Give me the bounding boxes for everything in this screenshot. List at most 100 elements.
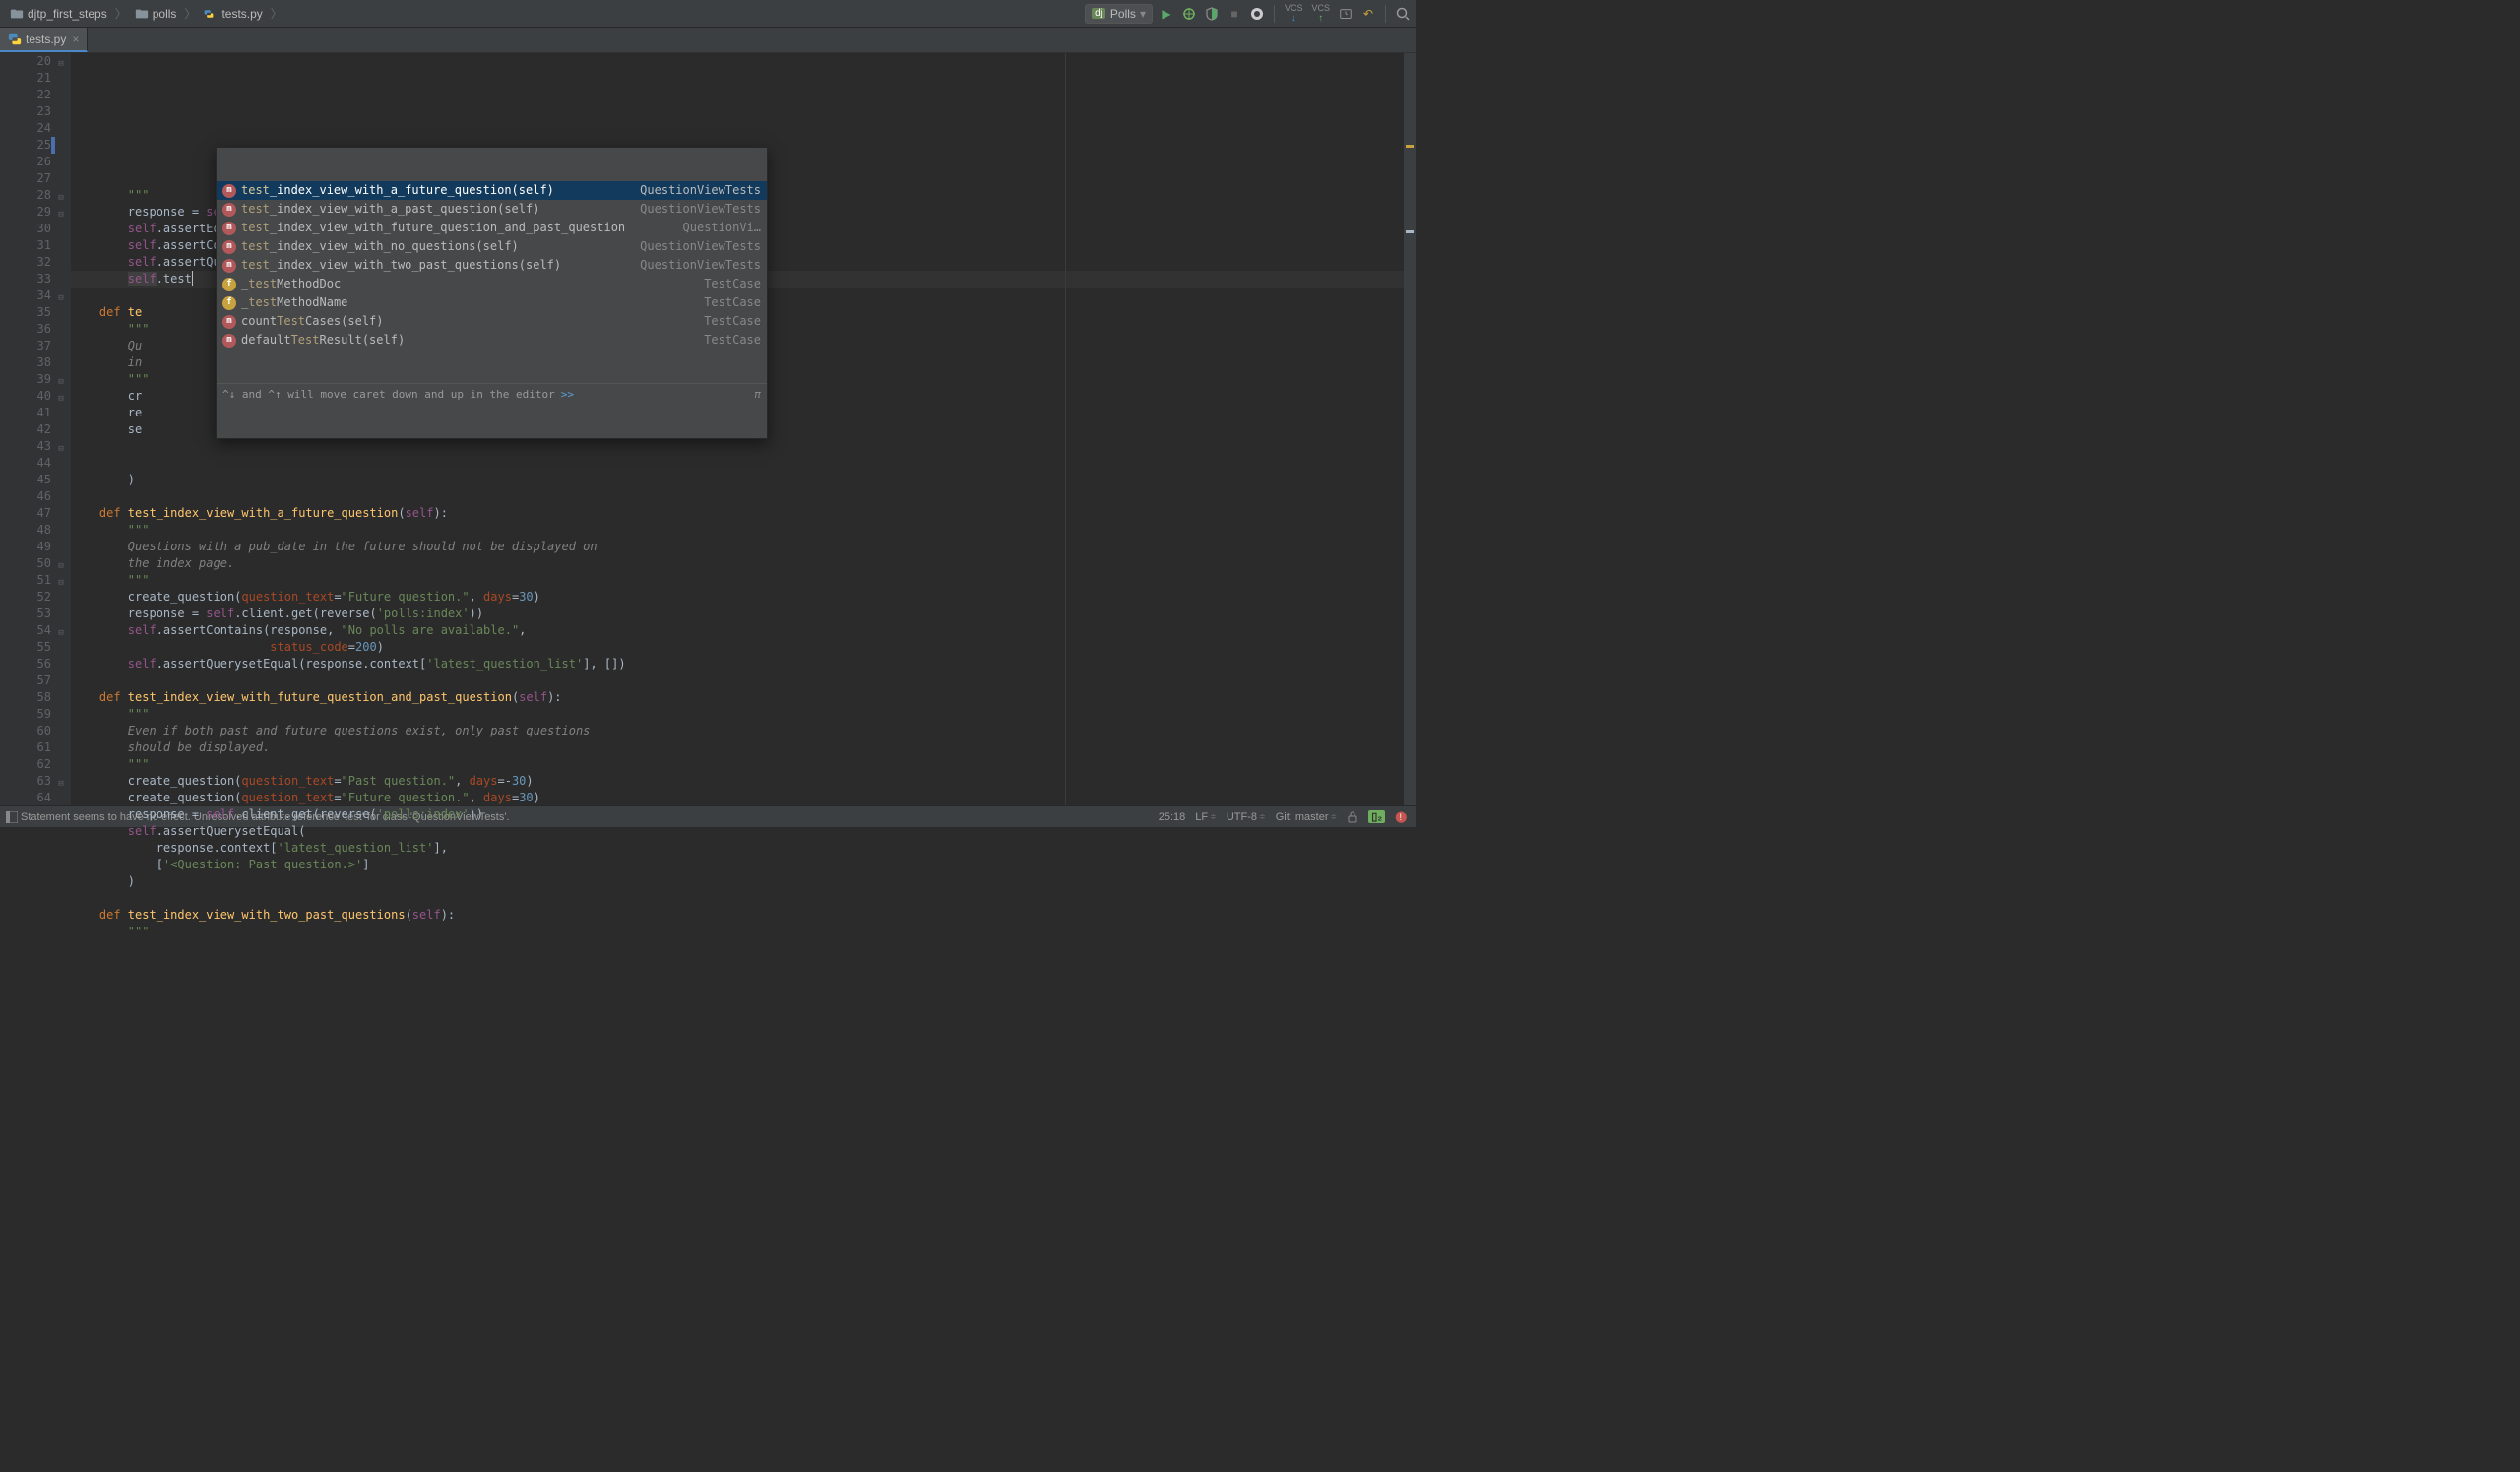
line-number[interactable]: 34 bbox=[0, 288, 51, 304]
code-line[interactable]: """ bbox=[71, 924, 1416, 940]
line-number[interactable]: 27 bbox=[0, 170, 51, 187]
line-number[interactable]: 46 bbox=[0, 488, 51, 505]
line-number[interactable]: 44 bbox=[0, 455, 51, 472]
code-line[interactable]: def test_index_view_with_two_past_questi… bbox=[71, 907, 1416, 924]
code-line[interactable]: response.context['latest_question_list']… bbox=[71, 840, 1416, 857]
completion-item[interactable]: mtest_index_view_with_future_question_an… bbox=[217, 219, 767, 237]
line-number[interactable]: 64 bbox=[0, 790, 51, 806]
code-line[interactable]: ['<Question: Past question.>'] bbox=[71, 857, 1416, 873]
line-number[interactable]: 51 bbox=[0, 572, 51, 589]
line-number[interactable]: 54 bbox=[0, 622, 51, 639]
line-number[interactable]: 42 bbox=[0, 421, 51, 438]
vcs-change-marker[interactable] bbox=[51, 137, 55, 154]
run-configuration-selector[interactable]: dj Polls ▾ bbox=[1085, 4, 1153, 24]
line-number[interactable]: 57 bbox=[0, 672, 51, 689]
completion-item[interactable]: mdefaultTestResult(self)TestCase bbox=[217, 331, 767, 350]
line-number[interactable]: 37 bbox=[0, 338, 51, 354]
code-line[interactable]: response = self.client.get(reverse('poll… bbox=[71, 606, 1416, 622]
code-line[interactable]: create_question(question_text="Future qu… bbox=[71, 790, 1416, 806]
line-number[interactable]: 20 bbox=[0, 53, 51, 70]
stop-button[interactable]: ■ bbox=[1226, 5, 1243, 23]
code-line[interactable] bbox=[71, 455, 1416, 472]
code-line[interactable]: create_question(question_text="Future qu… bbox=[71, 589, 1416, 606]
pi-icon[interactable]: π bbox=[754, 386, 761, 403]
line-number[interactable]: 26 bbox=[0, 154, 51, 170]
profiler-button[interactable] bbox=[1248, 5, 1266, 23]
line-number[interactable]: 31 bbox=[0, 237, 51, 254]
line-number[interactable]: 40 bbox=[0, 388, 51, 405]
code-line[interactable]: def test_index_view_with_a_future_questi… bbox=[71, 505, 1416, 522]
line-number[interactable]: 33 bbox=[0, 271, 51, 288]
fold-toggle-icon[interactable]: ⊟ bbox=[56, 207, 66, 217]
search-everywhere-button[interactable] bbox=[1394, 5, 1412, 23]
line-number[interactable]: 21 bbox=[0, 70, 51, 87]
completion-more-link[interactable]: >> bbox=[561, 386, 574, 403]
run-button[interactable]: ▶ bbox=[1158, 5, 1175, 23]
line-number[interactable]: 49 bbox=[0, 539, 51, 555]
line-number[interactable]: 45 bbox=[0, 472, 51, 488]
line-number[interactable]: 62 bbox=[0, 756, 51, 773]
fold-toggle-icon[interactable]: ⊟ bbox=[56, 625, 66, 635]
completion-item[interactable]: mcountTestCases(self)TestCase bbox=[217, 312, 767, 331]
line-number[interactable]: 58 bbox=[0, 689, 51, 706]
code-line[interactable]: self.assertQuerysetEqual(response.contex… bbox=[71, 656, 1416, 672]
code-line[interactable]: """ bbox=[71, 572, 1416, 589]
close-icon[interactable]: × bbox=[72, 32, 79, 46]
line-number[interactable]: 24 bbox=[0, 120, 51, 137]
code-line[interactable]: ) bbox=[71, 472, 1416, 488]
fold-toggle-icon[interactable]: ⊟ bbox=[56, 290, 66, 300]
line-number[interactable]: 52 bbox=[0, 589, 51, 606]
warning-marker[interactable] bbox=[1406, 145, 1414, 148]
completion-item[interactable]: mtest_index_view_with_two_past_questions… bbox=[217, 256, 767, 275]
fold-column[interactable]: ⊟⊟⊟⊟⊟⊟⊟⊟⊟⊟⊟ bbox=[56, 53, 68, 805]
vcs-commit-button[interactable]: VCS ↑ bbox=[1311, 4, 1330, 24]
code-line[interactable]: """ bbox=[71, 706, 1416, 723]
line-number[interactable]: 47 bbox=[0, 505, 51, 522]
fold-toggle-icon[interactable]: ⊟ bbox=[56, 190, 66, 200]
line-number[interactable]: 43 bbox=[0, 438, 51, 455]
line-number[interactable]: 22 bbox=[0, 87, 51, 103]
fold-toggle-icon[interactable]: ⊟ bbox=[56, 776, 66, 786]
completion-item[interactable]: mtest_index_view_with_a_past_question(se… bbox=[217, 200, 767, 219]
code-line[interactable] bbox=[71, 890, 1416, 907]
code-line[interactable]: create_question(question_text="Past ques… bbox=[71, 773, 1416, 790]
gutter[interactable]: 2021222324252627282930313233343536373839… bbox=[0, 53, 71, 805]
breadcrumb-folder[interactable]: polls bbox=[129, 0, 183, 27]
code-line[interactable] bbox=[71, 488, 1416, 505]
inspections-indicator[interactable] bbox=[1404, 61, 1416, 73]
scrollbar[interactable] bbox=[1404, 53, 1416, 805]
code-line[interactable] bbox=[71, 438, 1416, 455]
line-number[interactable]: 56 bbox=[0, 656, 51, 672]
code-line[interactable]: ) bbox=[71, 873, 1416, 890]
run-with-coverage-button[interactable] bbox=[1203, 5, 1221, 23]
code-line[interactable]: Even if both past and future questions e… bbox=[71, 723, 1416, 739]
code-line[interactable]: Questions with a pub_date in the future … bbox=[71, 539, 1416, 555]
line-number[interactable]: 30 bbox=[0, 221, 51, 237]
line-number[interactable]: 38 bbox=[0, 354, 51, 371]
fold-toggle-icon[interactable]: ⊟ bbox=[56, 558, 66, 568]
fold-toggle-icon[interactable]: ⊟ bbox=[56, 56, 66, 66]
line-number[interactable]: 61 bbox=[0, 739, 51, 756]
code-line[interactable]: """ bbox=[71, 756, 1416, 773]
debug-button[interactable] bbox=[1180, 5, 1198, 23]
line-number[interactable]: 55 bbox=[0, 639, 51, 656]
line-number[interactable]: 32 bbox=[0, 254, 51, 271]
line-number[interactable]: 60 bbox=[0, 723, 51, 739]
history-button[interactable] bbox=[1337, 5, 1354, 23]
completion-item[interactable]: mtest_index_view_with_a_future_question(… bbox=[217, 181, 767, 200]
fold-toggle-icon[interactable]: ⊟ bbox=[56, 575, 66, 585]
line-number[interactable]: 23 bbox=[0, 103, 51, 120]
completion-item[interactable]: f_testMethodNameTestCase bbox=[217, 293, 767, 312]
breadcrumb-file[interactable]: tests.py bbox=[198, 0, 268, 27]
completion-item[interactable]: f_testMethodDocTestCase bbox=[217, 275, 767, 293]
code-area[interactable]: """ response = self.client.get(reverse('… bbox=[71, 53, 1416, 805]
code-line[interactable]: status_code=200) bbox=[71, 639, 1416, 656]
line-number[interactable]: 39 bbox=[0, 371, 51, 388]
code-line[interactable]: self.assertQuerysetEqual( bbox=[71, 823, 1416, 840]
fold-toggle-icon[interactable]: ⊟ bbox=[56, 441, 66, 451]
code-line[interactable] bbox=[71, 672, 1416, 689]
vcs-update-button[interactable]: VCS ↓ bbox=[1285, 4, 1303, 24]
line-number[interactable]: 29 bbox=[0, 204, 51, 221]
line-number[interactable]: 41 bbox=[0, 405, 51, 421]
code-line[interactable]: self.assertContains(response, "No polls … bbox=[71, 622, 1416, 639]
